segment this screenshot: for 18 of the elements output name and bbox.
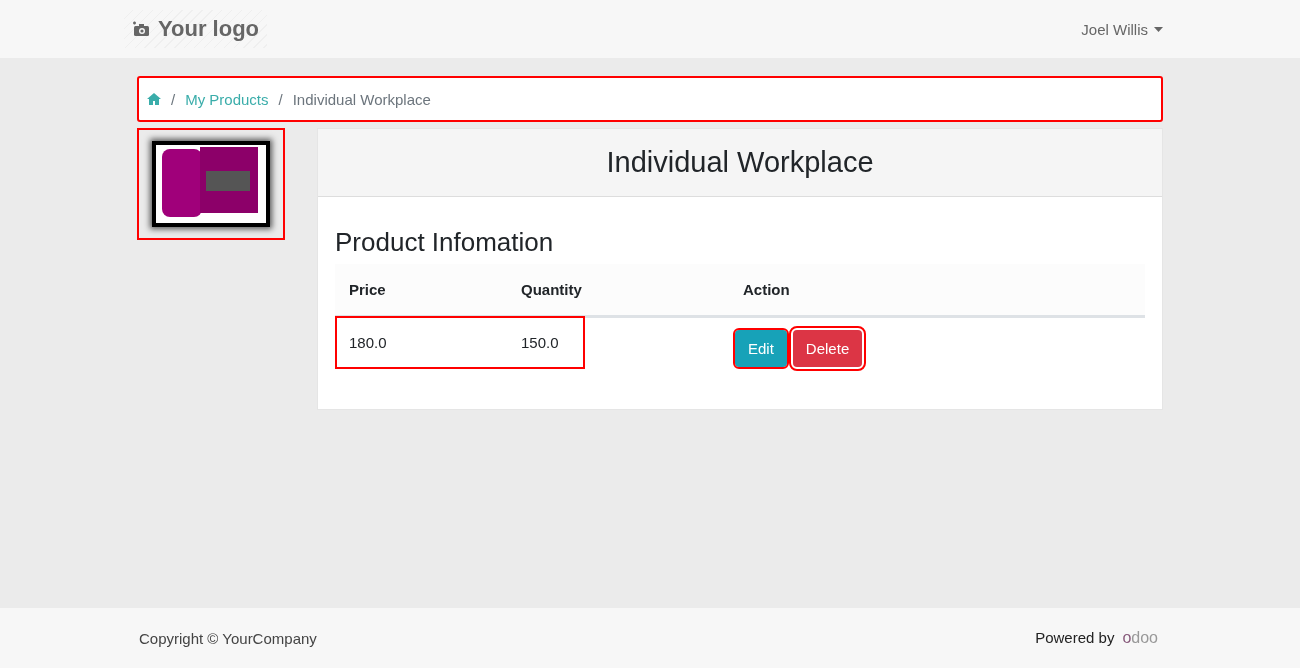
- edit-button[interactable]: Edit: [735, 330, 787, 367]
- breadcrumb-separator: /: [171, 90, 176, 108]
- camera-icon: [132, 21, 150, 37]
- section-title: Product Infomation: [335, 227, 555, 258]
- caret-icon: [1154, 26, 1163, 32]
- breadcrumb-link[interactable]: My Products: [185, 90, 269, 108]
- logo-text: Your logo: [158, 16, 260, 42]
- copyright-text: Copyright © YourCompany: [139, 629, 317, 647]
- user-menu[interactable]: Joel Willis: [1075, 19, 1169, 39]
- brand-logo[interactable]: odoo: [1122, 629, 1158, 647]
- home-icon[interactable]: [147, 93, 161, 105]
- quantity-cell-text: 150.0: [520, 334, 560, 351]
- powered-by-text: Powered by: [1035, 629, 1115, 646]
- logo[interactable]: Your logo: [124, 10, 268, 48]
- product-title: Individual Workplace: [606, 146, 874, 179]
- breadcrumb-current: Individual Workplace: [292, 90, 431, 108]
- breadcrumb-separator: /: [278, 90, 283, 108]
- price-cell-text: 180.0: [348, 334, 388, 351]
